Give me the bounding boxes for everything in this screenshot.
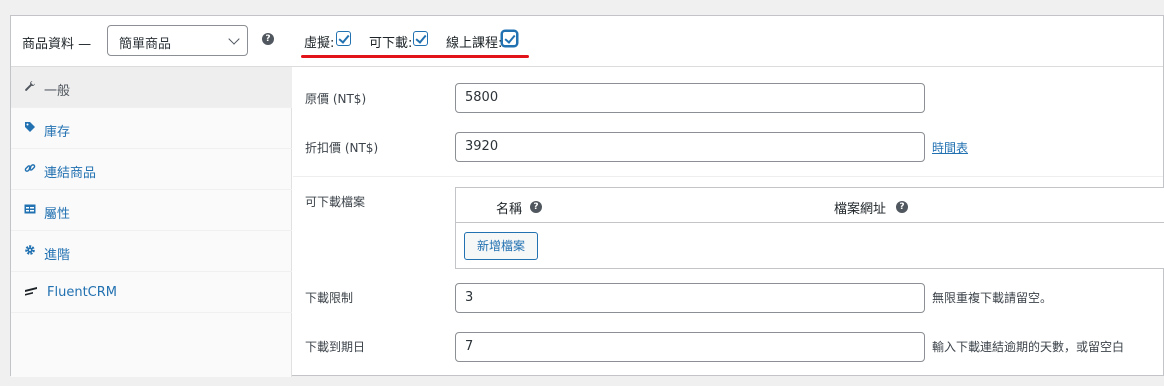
download-limit-label: 下載限制: [305, 291, 354, 305]
regular-price-input[interactable]: 5800: [455, 83, 925, 113]
downloadable-label: 可下載:: [369, 36, 413, 51]
product-data-panel: 商品資料 — 簡單商品 ? 虛擬: 可下載: 線上課程: 一般 庫存 連結商品 …: [10, 15, 1164, 377]
sale-price-input[interactable]: 3920: [455, 132, 925, 162]
tab-inventory[interactable]: 庫存: [11, 108, 292, 149]
tab-label: 進階: [44, 248, 71, 263]
question-circle-icon[interactable]: ?: [896, 201, 908, 213]
tab-advanced[interactable]: 進階: [11, 231, 292, 272]
section-divider: [293, 176, 1163, 177]
red-annotation-underline: [301, 55, 529, 58]
wrench-icon: [24, 80, 36, 92]
download-expiry-input[interactable]: 7: [455, 332, 925, 362]
chevron-down-icon: [228, 33, 240, 45]
tab-attributes[interactable]: 屬性: [11, 190, 292, 231]
virtual-checkbox[interactable]: [336, 31, 351, 46]
link-icon: [24, 162, 36, 174]
download-limit-description: 無限重複下載請留空。: [932, 291, 1053, 305]
tab-fluentcrm[interactable]: FluentCRM: [11, 272, 292, 313]
sale-price-value: 3920: [465, 139, 499, 154]
tab-label: 屬性: [44, 207, 71, 222]
product-data-header: 商品資料 — 簡單商品 ? 虛擬: 可下載: 線上課程:: [11, 16, 1163, 67]
download-expiry-description: 輸入下載連結逾期的天數，或留空白: [932, 340, 1125, 354]
schedule-link[interactable]: 時間表: [932, 139, 968, 156]
table-icon: [24, 203, 36, 215]
downloadable-files-label: 可下載檔案: [305, 195, 366, 209]
tab-linked-products[interactable]: 連結商品: [11, 149, 292, 190]
tab-label: 一般: [44, 84, 71, 99]
product-data-tabs: 一般 庫存 連結商品 屬性 進階 FluentCRM: [11, 67, 292, 377]
question-circle-icon[interactable]: ?: [530, 201, 542, 213]
product-type-value: 簡單商品: [119, 37, 172, 52]
tab-label: 庫存: [44, 125, 71, 140]
download-limit-value: 3: [465, 290, 474, 305]
column-file-url-header: 檔案網址: [834, 202, 887, 217]
table-header: 名稱 ? 檔案網址 ?: [456, 188, 1164, 223]
gear-icon: [24, 244, 36, 256]
download-expiry-label: 下載到期日: [305, 340, 366, 354]
question-circle-icon[interactable]: ?: [262, 33, 274, 45]
online-course-checkbox[interactable]: [502, 31, 517, 46]
fluentcrm-icon: [24, 285, 37, 297]
online-course-label: 線上課程:: [446, 36, 503, 51]
add-file-button[interactable]: 新增檔案: [464, 232, 538, 260]
downloadable-files-table: 名稱 ? 檔案網址 ? 新增檔案: [455, 187, 1164, 269]
regular-price-value: 5800: [465, 90, 499, 105]
sale-price-label: 折扣價 (NT$): [305, 141, 379, 155]
downloadable-checkbox[interactable]: [413, 31, 428, 46]
panel-title: 商品資料 —: [22, 37, 92, 52]
column-name-header: 名稱: [496, 202, 523, 217]
regular-price-label: 原價 (NT$): [305, 92, 367, 106]
tab-label: 連結商品: [44, 166, 97, 181]
tab-label: FluentCRM: [47, 285, 117, 300]
tag-icon: [24, 121, 36, 133]
download-limit-input[interactable]: 3: [455, 283, 925, 313]
virtual-label: 虛擬:: [304, 36, 335, 51]
general-panel: 原價 (NT$) 5800 折扣價 (NT$) 3920 時間表 可下載檔案 名…: [293, 67, 1164, 377]
product-type-select[interactable]: 簡單商品: [107, 25, 248, 56]
download-expiry-value: 7: [465, 339, 474, 354]
tab-general[interactable]: 一般: [11, 67, 292, 108]
